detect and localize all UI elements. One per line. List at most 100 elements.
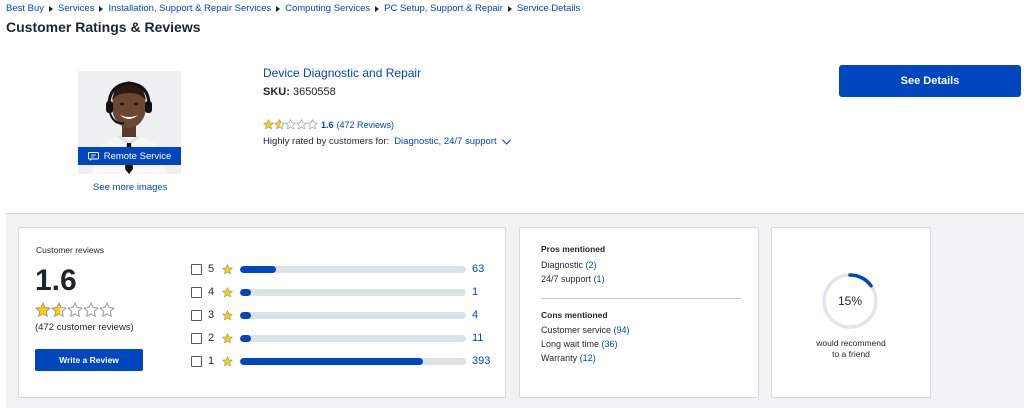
pros-item-label: 24/7 support [541,274,592,284]
customer-reviews-label: Customer reviews [36,245,105,255]
rating-filter-row[interactable]: 2 11 [191,331,483,345]
checkbox-icon[interactable] [191,286,202,298]
rating-filter-row[interactable]: 4 1 [191,285,478,299]
rating-bar [240,357,466,365]
write-review-button[interactable]: Write a Review [35,349,143,371]
remote-service-badge: Remote Service [78,147,181,165]
pros-item[interactable]: Diagnostic (2) [541,260,597,270]
cons-item[interactable]: Customer service (94) [541,325,630,335]
cons-item[interactable]: Long wait time (36) [541,339,618,349]
rating-bar-fill [240,357,424,365]
recommend-percent: 15% [837,294,863,308]
star-icon [222,286,233,298]
page-title: Customer Ratings & Reviews [6,19,201,35]
breadcrumb-best-buy[interactable]: Best Buy [6,3,44,14]
rating-count-link[interactable]: 4 [472,309,478,321]
breadcrumb-services[interactable]: Services [58,3,94,14]
breadcrumb-pc-setup[interactable]: PC Setup, Support & Repair [384,3,503,14]
star-level: 1 [208,355,215,367]
sku: SKU: 3650558 [263,86,336,98]
rating-filter-row[interactable]: 5 63 [191,262,484,276]
star-icon [222,309,233,320]
star-icon [222,355,233,367]
recommend-line-2: to a friend [832,349,870,359]
star-icon [285,119,296,130]
breadcrumb-arrow-icon [276,5,281,12]
highly-rated-tags[interactable]: Diagnostic, 24/7 support [394,136,496,147]
cons-item-label: Customer service [541,325,612,335]
sku-value: 3650558 [292,86,336,98]
star-level: 2 [208,332,215,344]
star-icon [222,332,233,343]
remote-service-label: Remote Service [103,150,172,162]
divider [541,298,741,299]
star-icon [99,302,115,317]
star-icon [222,286,233,297]
star-icon [263,119,274,130]
cons-item-count: (12) [579,353,596,363]
chevron-down-icon[interactable] [501,138,511,145]
star-icon [51,302,67,317]
highly-rated-for: Highly rated by customers for: Diagnosti… [263,136,511,147]
recommend-text: would recommend to a friend [772,338,930,360]
rating-bar [240,311,466,319]
rating-bar [240,334,466,342]
cons-title: Cons mentioned [541,310,608,320]
rating-filter-row[interactable]: 1 393 [191,354,490,368]
breadcrumb-computing-services[interactable]: Computing Services [285,3,370,14]
rating-bar-fill [240,288,252,296]
recommend-line-1: would recommend [816,338,886,348]
rating-review-count[interactable]: (472 Reviews) [337,120,395,130]
cons-item[interactable]: Warranty (12) [541,353,596,363]
customer-reviews-card: Customer reviews 1.6 (472 customer revie… [18,227,506,398]
star-icon [222,332,233,344]
rating-count-link[interactable]: 11 [472,332,483,344]
rating-bar-fill [240,311,252,319]
breadcrumb: Best Buy Services Installation, Support … [6,3,580,14]
rating-stars [263,119,318,130]
rating-count-link[interactable]: 393 [472,355,490,367]
star-icon [222,355,233,366]
checkbox-icon[interactable] [191,332,202,344]
pros-item-label: Diagnostic [541,260,584,270]
see-details-button[interactable]: See Details [839,65,1021,97]
checkbox-icon[interactable] [191,309,202,321]
breadcrumb-arrow-icon [375,5,380,12]
rating-filter-row[interactable]: 3 4 [191,308,478,322]
rating-count-link[interactable]: 1 [472,286,478,298]
breadcrumb-service-details[interactable]: Service Details [517,3,580,14]
star-icon [274,119,285,130]
recommend-card: 15% would recommend to a friend [771,227,931,398]
rating-bar-fill [240,265,277,273]
star-level: 3 [208,309,215,321]
star-icon [307,119,318,130]
average-rating: 1.6 [35,264,77,297]
highly-rated-label: Highly rated by customers for: [263,136,390,147]
rating-bar [240,265,466,273]
star-icon [222,263,233,274]
pros-title: Pros mentioned [541,244,606,254]
product-name-link[interactable]: Device Diagnostic and Repair [263,66,421,80]
star-icon [83,302,99,317]
rating-bar [240,288,466,296]
breadcrumb-installation-support-repair[interactable]: Installation, Support & Repair Services [108,3,271,14]
star-icon [222,309,233,321]
product-rating[interactable]: 1.6 (472 Reviews) [263,119,394,130]
breadcrumb-arrow-icon [507,5,512,12]
remote-service-icon [87,151,99,161]
cons-item-label: Warranty [541,353,578,363]
pros-item-count: (2) [585,260,597,270]
pros-cons-card: Pros mentioned Diagnostic (2) 24/7 suppo… [519,227,759,398]
breadcrumb-arrow-icon [99,5,104,12]
cons-item-label: Long wait time [541,339,600,349]
breadcrumb-arrow-icon [49,5,54,12]
product-image[interactable]: Remote Service [78,71,181,174]
pros-item-count: (1) [593,274,605,284]
see-more-images-link[interactable]: See more images [93,182,167,193]
pros-item[interactable]: 24/7 support (1) [541,274,605,284]
checkbox-icon[interactable] [191,263,202,275]
star-level: 4 [208,286,215,298]
customer-review-count: (472 customer reviews) [35,322,134,333]
rating-count-link[interactable]: 63 [472,263,484,275]
checkbox-icon[interactable] [191,355,202,367]
